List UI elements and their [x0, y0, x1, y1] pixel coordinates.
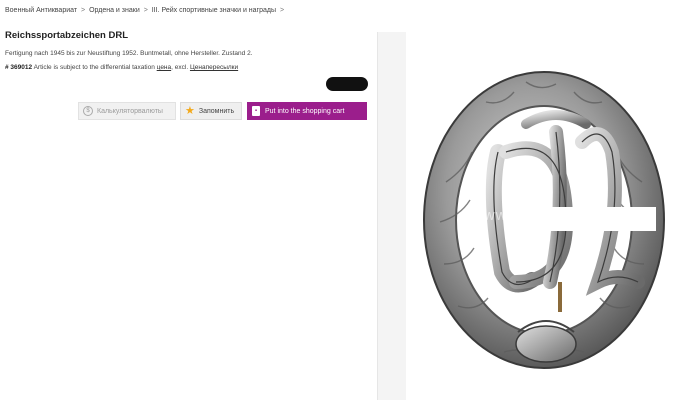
breadcrumb-separator: > — [81, 7, 86, 14]
product-description: Fertigung nach 1945 bis zur Neustiftung … — [5, 50, 253, 57]
breadcrumb-item-military-antiques[interactable]: Военный Антиквариат — [5, 7, 77, 14]
article-number: # 369012 — [5, 64, 33, 71]
shipping-price-link[interactable]: Ценапересылки — [190, 64, 238, 71]
price-link[interactable]: цена — [157, 64, 171, 71]
shopping-bag-icon: ▪ — [252, 106, 260, 116]
add-to-cart-label: Put into the shopping cart — [265, 107, 345, 115]
article-line: # 369012 Article is subject to the diffe… — [5, 64, 370, 71]
breadcrumb-separator: > — [143, 7, 148, 14]
watermark-text: www.wa — [472, 207, 534, 224]
product-title: Reichssportabzeichen DRL — [5, 30, 128, 41]
breadcrumb-item-sport-badges[interactable]: III. Рейх спортивные значки и награды — [152, 7, 276, 14]
tax-note: Article is subject to the differential t… — [33, 64, 155, 71]
remember-label: Запомнить — [198, 107, 235, 115]
currency-calculator-button[interactable]: $ Калькуляторвалюты — [78, 102, 176, 120]
watermark-redaction — [526, 207, 656, 231]
excl-text: , excl. — [171, 64, 189, 71]
product-info: Reichssportabzeichen DRL Fertigung nach … — [5, 30, 370, 71]
currency-calculator-label: Калькуляторвалюты — [97, 107, 163, 115]
remember-button[interactable]: ★ Запомнить — [180, 102, 242, 120]
breadcrumb-item-orders-badges[interactable]: Ордена и знаки — [89, 7, 140, 14]
breadcrumb: Военный Антиквариат > Ордена и знаки > I… — [5, 7, 286, 14]
breadcrumb-separator: > — [279, 7, 285, 14]
star-icon: ★ — [185, 104, 195, 117]
currency-icon: $ — [83, 106, 93, 116]
price-redacted — [326, 77, 368, 91]
add-to-cart-button[interactable]: ▪ Put into the shopping cart — [247, 102, 367, 120]
